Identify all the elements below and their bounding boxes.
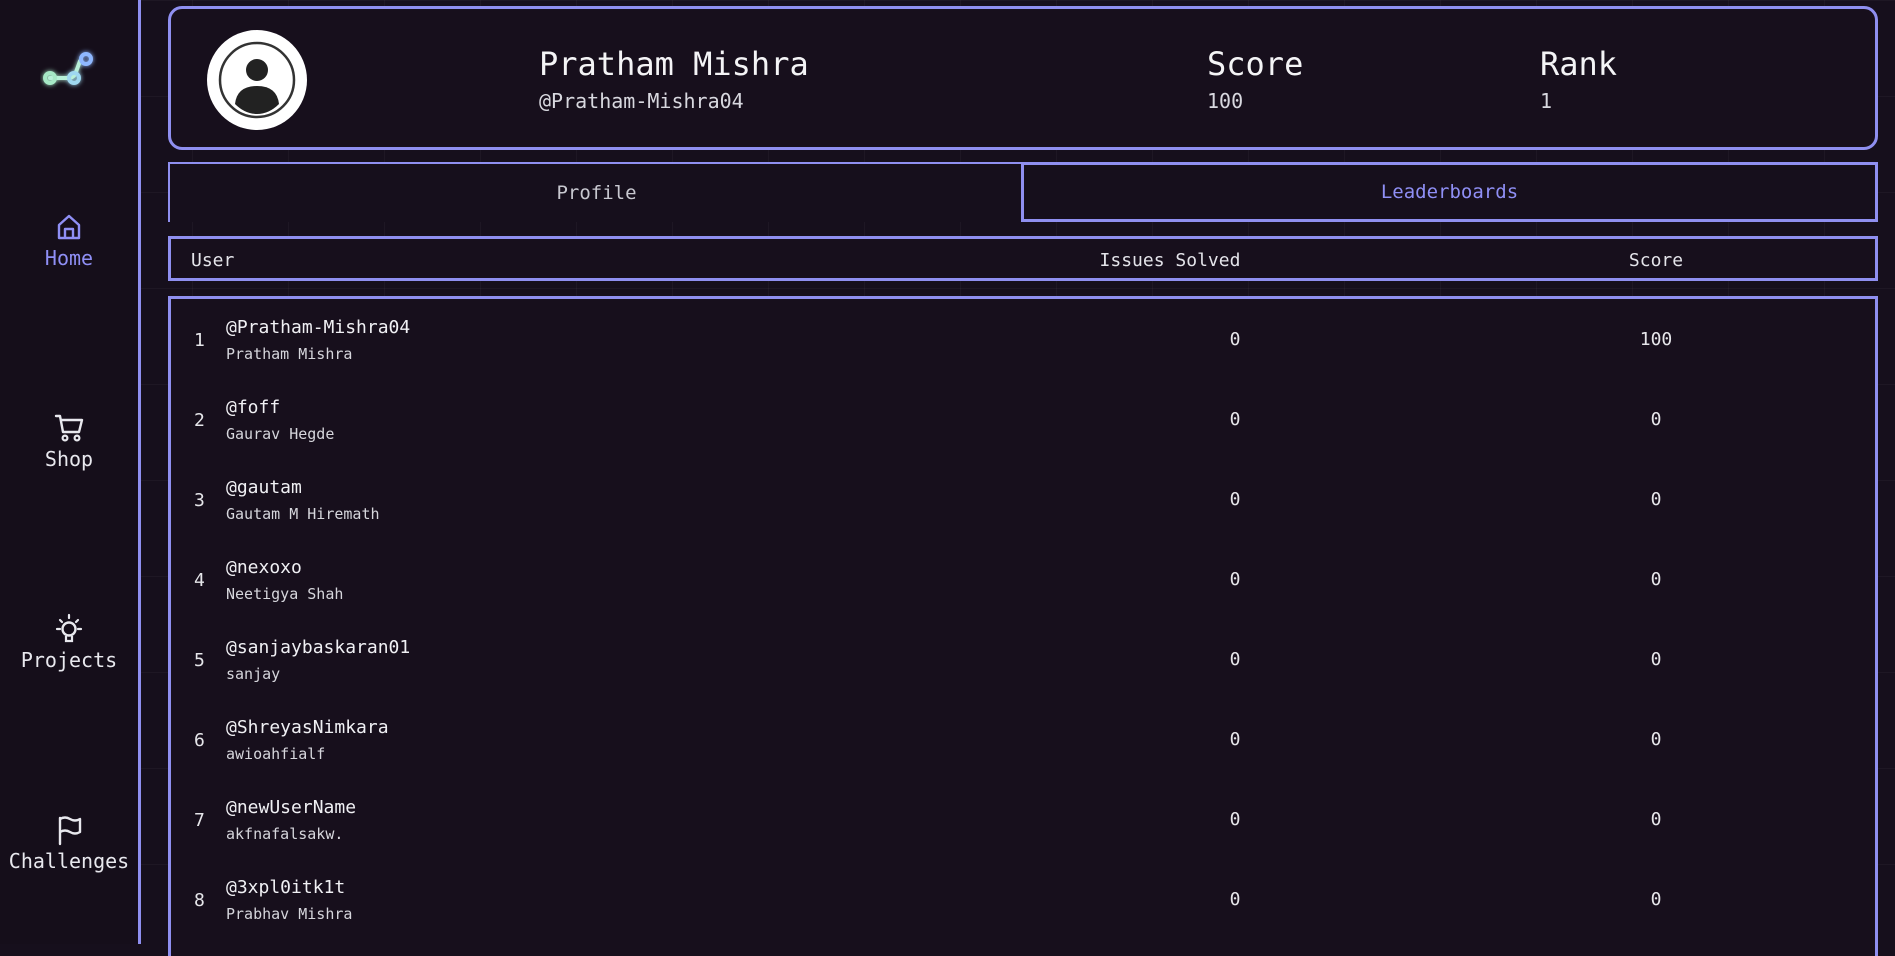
sidebar-item-label: Shop bbox=[44, 447, 94, 471]
rank-cell: 8 bbox=[194, 890, 205, 911]
score-cell: 0 bbox=[1650, 409, 1662, 430]
user-name: Pratham Mishra bbox=[226, 345, 353, 363]
column-header-user: User bbox=[191, 250, 235, 271]
rank-cell: 7 bbox=[194, 810, 205, 831]
user-name: Gaurav Hegde bbox=[226, 425, 335, 443]
issues-solved-cell: 0 bbox=[1229, 569, 1241, 590]
sidebar-item-challenges[interactable]: Challenges bbox=[0, 813, 138, 873]
leaderboard-table: 1 @Pratham-Mishra04 Pratham Mishra 0 100… bbox=[168, 296, 1878, 956]
sidebar-item-home[interactable]: Home bbox=[0, 210, 138, 270]
profile-name: Pratham Mishra bbox=[539, 45, 809, 83]
lightbulb-icon bbox=[55, 613, 83, 643]
rank-cell: 1 bbox=[194, 330, 205, 351]
rank-cell: 6 bbox=[194, 730, 205, 751]
score-cell: 100 bbox=[1639, 329, 1673, 350]
issues-solved-cell: 0 bbox=[1229, 729, 1241, 750]
user-handle[interactable]: @gautam bbox=[226, 477, 302, 498]
table-row[interactable]: 1 @Pratham-Mishra04 Pratham Mishra 0 100 bbox=[171, 299, 1875, 379]
table-row[interactable]: 8 @3xpl0itk1t Prabhav Mishra 0 0 bbox=[171, 859, 1875, 939]
tab-profile[interactable]: Profile bbox=[168, 162, 1023, 222]
user-name: Gautam M Hiremath bbox=[226, 505, 380, 523]
rank-cell: 3 bbox=[194, 490, 205, 511]
user-name: akfnafalsakw. bbox=[226, 825, 344, 843]
table-row[interactable]: 2 @foff Gaurav Hegde 0 0 bbox=[171, 379, 1875, 459]
tab-leaderboards[interactable]: Leaderboards bbox=[1021, 162, 1878, 222]
flag-icon bbox=[58, 816, 82, 846]
profile-card: Pratham Mishra @Pratham-Mishra04 Score 1… bbox=[168, 6, 1878, 150]
avatar[interactable] bbox=[207, 30, 307, 130]
cart-icon bbox=[54, 414, 84, 442]
column-header-issues-solved: Issues Solved bbox=[1099, 250, 1241, 271]
issues-solved-cell: 0 bbox=[1229, 649, 1241, 670]
rank-cell: 5 bbox=[194, 650, 205, 671]
sidebar-item-label: Challenges bbox=[8, 849, 130, 873]
table-row[interactable]: 6 @ShreyasNimkara awioahfialf 0 0 bbox=[171, 699, 1875, 779]
sidebar-item-shop[interactable]: Shop bbox=[0, 411, 138, 471]
score-value: 100 bbox=[1207, 89, 1244, 113]
sidebar: Home Shop Projects Challenges bbox=[0, 0, 141, 944]
score-cell: 0 bbox=[1650, 889, 1662, 910]
home-icon bbox=[57, 214, 81, 240]
sidebar-item-label: Home bbox=[44, 246, 94, 270]
user-avatar-icon bbox=[218, 41, 296, 119]
rank-value: 1 bbox=[1540, 89, 1553, 113]
user-handle[interactable]: @newUserName bbox=[226, 797, 356, 818]
graph-nodes-icon[interactable] bbox=[40, 45, 100, 90]
user-name: awioahfialf bbox=[226, 745, 326, 763]
score-cell: 0 bbox=[1650, 809, 1662, 830]
rank-cell: 2 bbox=[194, 410, 205, 431]
profile-handle: @Pratham-Mishra04 bbox=[539, 89, 744, 113]
table-row[interactable]: 7 @newUserName akfnafalsakw. 0 0 bbox=[171, 779, 1875, 859]
score-label: Score bbox=[1207, 45, 1304, 83]
issues-solved-cell: 0 bbox=[1229, 809, 1241, 830]
issues-solved-cell: 0 bbox=[1229, 409, 1241, 430]
user-handle[interactable]: @foff bbox=[226, 397, 280, 418]
issues-solved-cell: 0 bbox=[1229, 489, 1241, 510]
table-row[interactable]: 3 @gautam Gautam M Hiremath 0 0 bbox=[171, 459, 1875, 539]
issues-solved-cell: 0 bbox=[1229, 329, 1241, 350]
rank-cell: 4 bbox=[194, 570, 205, 591]
issues-solved-cell: 0 bbox=[1229, 889, 1241, 910]
user-handle[interactable]: @3xpl0itk1t bbox=[226, 877, 345, 898]
rank-label: Rank bbox=[1540, 45, 1618, 83]
sidebar-item-projects[interactable]: Projects bbox=[0, 612, 138, 672]
user-name: sanjay bbox=[226, 665, 281, 683]
table-row[interactable]: 5 @sanjaybaskaran01 sanjay 0 0 bbox=[171, 619, 1875, 699]
sidebar-item-label: Projects bbox=[20, 648, 118, 672]
score-cell: 0 bbox=[1650, 649, 1662, 670]
leaderboard-header: User Issues Solved Score bbox=[168, 236, 1878, 281]
user-handle[interactable]: @nexoxo bbox=[226, 557, 302, 578]
score-cell: 0 bbox=[1650, 729, 1662, 750]
user-handle[interactable]: @sanjaybaskaran01 bbox=[226, 637, 410, 658]
score-cell: 0 bbox=[1650, 489, 1662, 510]
user-handle[interactable]: @Pratham-Mishra04 bbox=[226, 317, 410, 338]
user-name: Prabhav Mishra bbox=[226, 905, 353, 923]
table-row[interactable]: 4 @nexoxo Neetigya Shah 0 0 bbox=[171, 539, 1875, 619]
user-handle[interactable]: @ShreyasNimkara bbox=[226, 717, 389, 738]
score-cell: 0 bbox=[1650, 569, 1662, 590]
user-name: Neetigya Shah bbox=[226, 585, 344, 603]
column-header-score: Score bbox=[1628, 250, 1684, 271]
